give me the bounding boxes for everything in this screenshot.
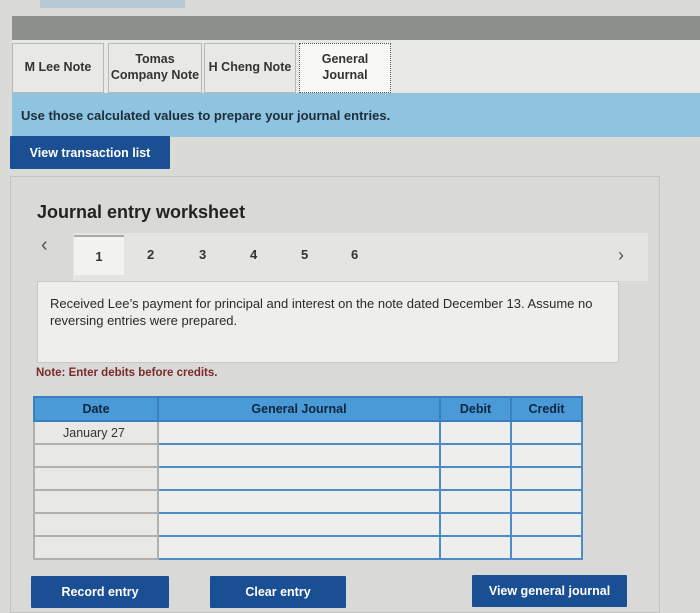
account-input[interactable] bbox=[157, 489, 441, 514]
page-tab-5[interactable]: 5 bbox=[301, 247, 308, 262]
account-input[interactable] bbox=[157, 535, 441, 560]
date-header: Date bbox=[33, 396, 159, 422]
date-cell bbox=[33, 466, 159, 491]
top-strip bbox=[40, 0, 185, 8]
general-journal-header: General Journal bbox=[157, 396, 441, 422]
tab-label: M Lee Note bbox=[24, 60, 92, 75]
page-tab-3[interactable]: 3 bbox=[199, 247, 206, 262]
tab-label: Tomas bbox=[135, 52, 175, 67]
debit-input[interactable] bbox=[439, 466, 512, 491]
credit-header: Credit bbox=[510, 396, 583, 422]
view-transaction-list-button[interactable]: View transaction list bbox=[10, 136, 170, 169]
description-text: Received Lee’s payment for principal and… bbox=[50, 296, 593, 328]
account-input[interactable] bbox=[157, 512, 441, 537]
date-cell: January 27 bbox=[33, 420, 159, 445]
credit-input[interactable] bbox=[510, 466, 583, 491]
date-cell bbox=[33, 535, 159, 560]
credit-input[interactable] bbox=[510, 420, 583, 445]
view-general-journal-button[interactable]: View general journal bbox=[472, 575, 627, 607]
credit-input[interactable] bbox=[510, 489, 583, 514]
table-row bbox=[33, 466, 583, 491]
instruction-text: Use those calculated values to prepare y… bbox=[21, 107, 391, 123]
tab-tomas-company-note[interactable]: Tomas Company Note bbox=[108, 43, 202, 93]
credit-input[interactable] bbox=[510, 535, 583, 560]
clear-entry-button[interactable]: Clear entry bbox=[210, 576, 346, 608]
page-tab-1[interactable]: 1 bbox=[74, 235, 124, 275]
page-tab-4[interactable]: 4 bbox=[250, 247, 257, 262]
tab-m-lee-note[interactable]: M Lee Note bbox=[12, 43, 104, 93]
debit-input[interactable] bbox=[439, 443, 512, 468]
tab-label: Company Note bbox=[110, 68, 200, 82]
date-cell bbox=[33, 512, 159, 537]
account-input[interactable] bbox=[157, 443, 441, 468]
debit-input[interactable] bbox=[439, 420, 512, 445]
journal-entry-worksheet-panel: Journal entry worksheet ‹ › 1 2 3 4 5 6 … bbox=[10, 176, 660, 613]
worksheet-title: Journal entry worksheet bbox=[37, 202, 246, 222]
page-tab-2[interactable]: 2 bbox=[147, 247, 154, 262]
tab-bar: M Lee Note Tomas Company Note H Cheng No… bbox=[12, 40, 700, 94]
pager-strip bbox=[73, 233, 648, 281]
journal-table: Date General Journal Debit Credit Januar… bbox=[33, 396, 583, 560]
tab-h-cheng-note[interactable]: H Cheng Note bbox=[204, 43, 296, 93]
tab-general-journal[interactable]: General Journal bbox=[299, 43, 391, 93]
tab-label: H Cheng Note bbox=[208, 60, 292, 75]
table-row: January 27 bbox=[33, 420, 583, 445]
credit-input[interactable] bbox=[510, 512, 583, 537]
credit-input[interactable] bbox=[510, 443, 583, 468]
account-input[interactable] bbox=[157, 420, 441, 445]
date-cell bbox=[33, 489, 159, 514]
table-row bbox=[33, 489, 583, 514]
debit-input[interactable] bbox=[439, 512, 512, 537]
record-entry-button[interactable]: Record entry bbox=[31, 576, 169, 608]
tab-label: General bbox=[321, 52, 369, 67]
table-row bbox=[33, 535, 583, 560]
chevron-right-icon[interactable]: › bbox=[618, 245, 624, 266]
date-cell bbox=[33, 443, 159, 468]
debit-input[interactable] bbox=[439, 489, 512, 514]
tab-label: Journal bbox=[322, 68, 368, 82]
page-tab-6[interactable]: 6 bbox=[351, 247, 358, 262]
debit-header: Debit bbox=[439, 396, 512, 422]
instruction-bar: Use those calculated values to prepare y… bbox=[12, 93, 700, 137]
debits-note: Note: Enter debits before credits. bbox=[36, 367, 218, 379]
chevron-left-icon[interactable]: ‹ bbox=[41, 234, 48, 257]
table-row bbox=[33, 443, 583, 468]
debit-input[interactable] bbox=[439, 535, 512, 560]
transaction-description: Received Lee’s payment for principal and… bbox=[37, 281, 619, 363]
table-row bbox=[33, 512, 583, 537]
account-input[interactable] bbox=[157, 466, 441, 491]
